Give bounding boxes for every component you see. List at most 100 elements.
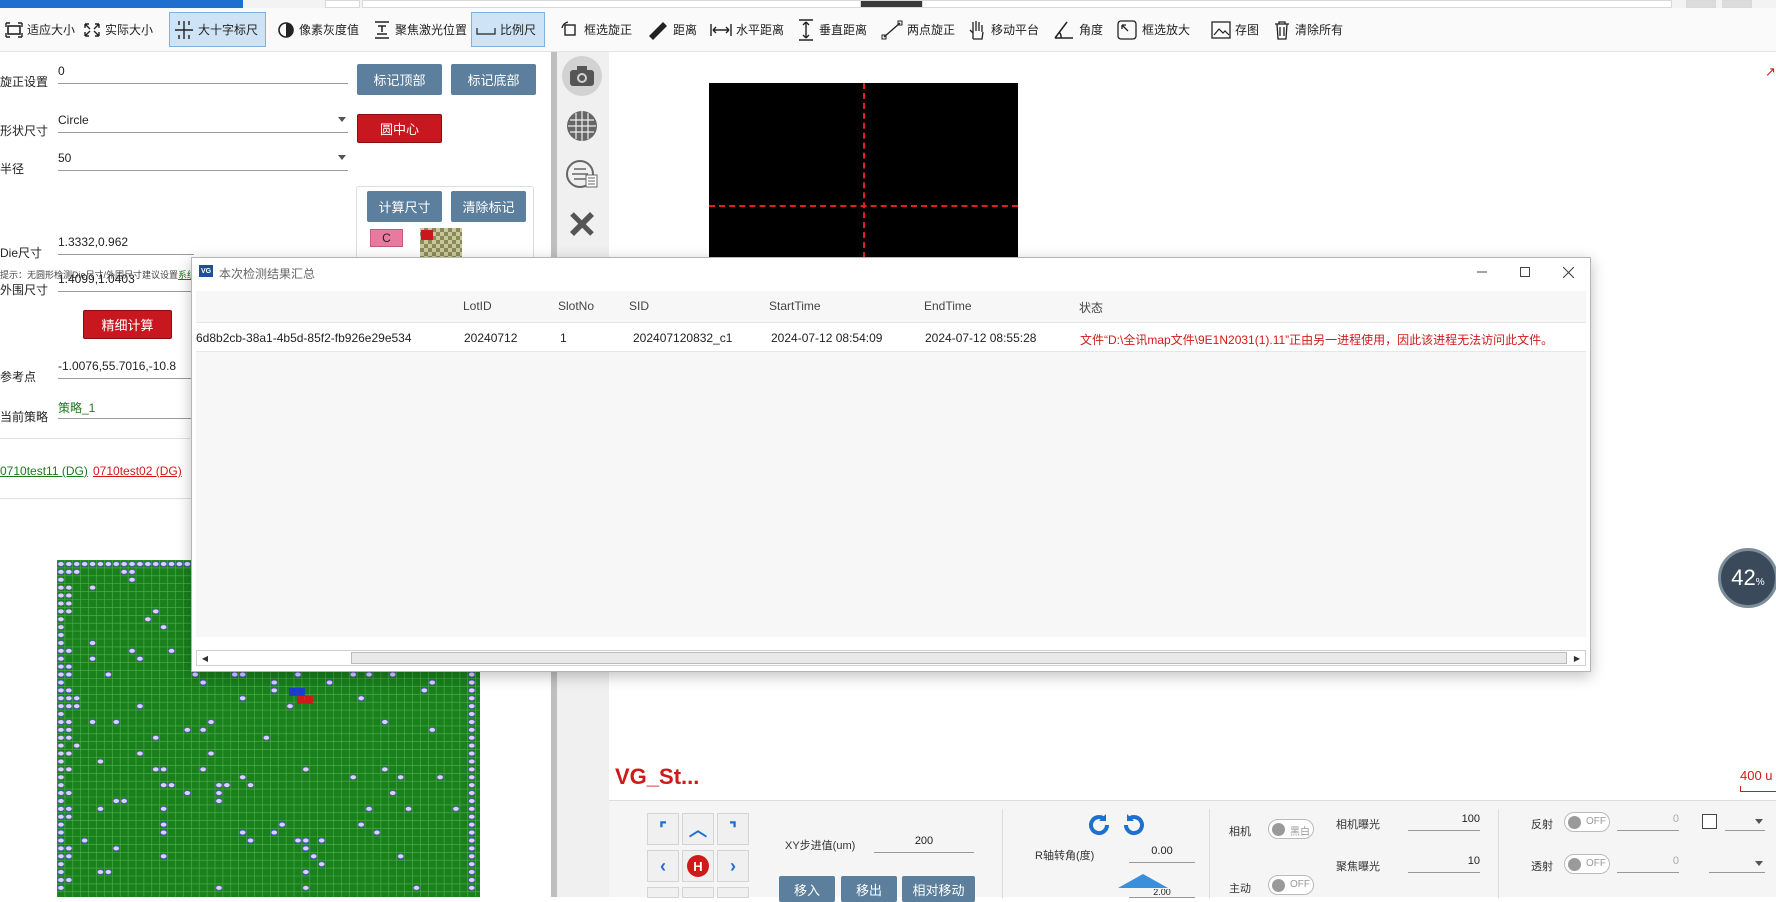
focus-laser-button[interactable]: 聚焦激光位置 — [368, 12, 472, 47]
dialog-minimize-button[interactable] — [1462, 258, 1502, 286]
move-in-button[interactable]: 移入 — [779, 876, 835, 902]
camera-button[interactable] — [562, 56, 602, 96]
progress-badge[interactable]: 42% — [1718, 548, 1776, 608]
move-platform-button[interactable]: 移动平台 — [962, 12, 1044, 47]
center-control[interactable] — [860, 0, 923, 8]
tab-stub[interactable] — [325, 0, 360, 8]
color-tag-c[interactable]: C — [370, 229, 403, 247]
save-image-button[interactable]: 存图 — [1206, 12, 1264, 47]
window-minimize-button[interactable] — [1686, 0, 1716, 8]
wafer-die-marker — [167, 782, 176, 788]
actual-size-button[interactable]: 实际大小 — [78, 12, 158, 47]
camera-view[interactable] — [709, 83, 1018, 258]
dialog-title-bar[interactable]: VG 本次检测结果汇总 — [192, 258, 1590, 286]
camera-exposure-input[interactable]: 100 — [1408, 813, 1480, 831]
die-size-field[interactable]: 1.3332,0.962 — [58, 233, 194, 255]
home-button[interactable]: H — [682, 850, 714, 882]
horizontal-scrollbar[interactable]: ◀ ▶ — [196, 650, 1586, 666]
wafer-grid-button[interactable] — [562, 106, 602, 146]
ref-point-field[interactable]: -1.0076,55.7016,-10.8 — [58, 357, 194, 379]
move-down-button[interactable] — [682, 887, 714, 898]
recipe-link-2[interactable]: 0710test02 (DG) — [93, 464, 182, 478]
focus-exposure-input[interactable]: 10 — [1408, 855, 1480, 873]
circle-center-button[interactable]: 圆中心 — [357, 114, 442, 143]
reflect-toggle[interactable]: OFF — [1564, 812, 1610, 832]
divider — [1209, 809, 1210, 898]
wafer-die-marker — [104, 561, 112, 567]
calc-size-button[interactable]: 计算尺寸 — [367, 191, 442, 222]
outer-size-field[interactable]: 1.4099,1.0403 — [58, 270, 194, 292]
scale-bar-button[interactable]: 比例尺 — [471, 12, 545, 47]
active-label: 主动 — [1229, 883, 1251, 895]
clear-marks-button[interactable]: 清除标记 — [451, 191, 526, 222]
two-point-rotate-button[interactable]: 两点旋正 — [876, 12, 960, 47]
col-header-slotno[interactable]: SlotNo — [558, 299, 594, 313]
col-header-endtime[interactable]: EndTime — [924, 299, 972, 313]
reflect-dropdown[interactable] — [1725, 813, 1765, 831]
col-header-starttime[interactable]: StartTime — [769, 299, 821, 313]
move-out-button[interactable]: 移出 — [841, 876, 897, 902]
move-right-button[interactable]: › — [717, 850, 749, 882]
vertical-distance-button[interactable]: 垂直距离 — [792, 12, 872, 47]
fit-size-button[interactable]: 适应大小 — [0, 12, 80, 47]
transmit-toggle[interactable]: OFF — [1564, 854, 1610, 874]
zoom-select-button[interactable]: 框选放大 — [1111, 12, 1195, 47]
col-header-sid[interactable]: SID — [629, 299, 649, 313]
crosshair-ruler-button[interactable]: 大十字标尺 — [169, 12, 266, 47]
wafer-die-marker — [65, 561, 73, 567]
wafer-die-marker — [57, 592, 65, 599]
window-maximize-button[interactable] — [1722, 0, 1752, 8]
wafer-die-marker — [468, 782, 476, 788]
move-down-left-button[interactable] — [647, 887, 679, 898]
move-up-button[interactable]: ︿ — [682, 813, 714, 845]
xy-step-input[interactable]: 200 — [874, 835, 974, 853]
wafer-die-marker — [468, 695, 476, 702]
wafer-settings-button[interactable] — [562, 154, 602, 194]
wafer-die-marker — [325, 679, 334, 686]
ruler-icon — [649, 21, 667, 40]
dialog-close-button[interactable] — [1548, 258, 1588, 286]
relative-move-button[interactable]: 相对移动 — [902, 876, 975, 902]
table-row[interactable]: 6d8b2cb-38a1-4b5d-85f2-fb926e29e534 2024… — [196, 322, 1586, 352]
dialog-maximize-button[interactable] — [1505, 258, 1545, 286]
angle-button[interactable]: 角度 — [1048, 12, 1108, 47]
recipe-link-1[interactable]: 0710test11 (DG) — [0, 464, 88, 478]
col-header-lotid[interactable]: LotID — [463, 299, 492, 313]
transmit-dropdown[interactable] — [1709, 855, 1765, 873]
rotate-ccw-icon[interactable] — [1086, 812, 1112, 838]
move-down-right-button[interactable] — [717, 887, 749, 898]
camera-mode-toggle[interactable]: 黑白 — [1268, 819, 1314, 839]
col-header-status[interactable]: 状态 — [1079, 299, 1103, 316]
wafer-die-marker — [96, 869, 105, 875]
rotate-select-button[interactable]: 框选旋正 — [555, 12, 637, 47]
move-up-right-button[interactable]: ⌝ — [717, 813, 749, 845]
move-left-button[interactable]: ‹ — [647, 850, 679, 882]
reflect-value-input[interactable]: 0 — [1617, 813, 1679, 831]
distance-button[interactable]: 距离 — [642, 12, 702, 47]
clear-all-button[interactable]: 清除所有 — [1268, 12, 1348, 47]
radius-select[interactable]: 50 — [58, 149, 348, 171]
wafer-die-marker — [389, 790, 397, 796]
pixel-gray-button[interactable]: 像素灰度值 — [272, 12, 364, 47]
move-up-left-button[interactable]: ⌜ — [647, 813, 679, 845]
active-toggle[interactable]: OFF — [1268, 875, 1314, 895]
active-window-tab[interactable] — [0, 0, 243, 8]
horizontal-distance-button[interactable]: 水平距离 — [705, 12, 789, 47]
rotate-cw-icon[interactable] — [1121, 812, 1147, 838]
strategy-field[interactable]: 策略_1 — [58, 397, 194, 419]
wafer-die-marker — [215, 782, 223, 788]
fine-calc-button[interactable]: 精细计算 — [83, 310, 172, 339]
measure-tool-button[interactable] — [562, 204, 602, 244]
rotation-input[interactable]: 0 — [58, 62, 348, 84]
r-angle-input[interactable]: 0.00 — [1129, 845, 1195, 863]
reflect-checkbox[interactable] — [1702, 814, 1717, 829]
z-up-icon[interactable] — [1118, 874, 1168, 888]
scroll-left-icon[interactable]: ◀ — [198, 652, 212, 664]
mark-bottom-button[interactable]: 标记底部 — [451, 64, 536, 95]
scroll-right-icon[interactable]: ▶ — [1570, 652, 1584, 664]
scroll-thumb[interactable] — [351, 652, 1567, 664]
mark-top-button[interactable]: 标记顶部 — [357, 64, 442, 95]
shape-select[interactable]: Circle — [58, 111, 348, 133]
transmit-value-input[interactable]: 0 — [1617, 855, 1679, 873]
wafer-die-marker — [436, 774, 444, 781]
